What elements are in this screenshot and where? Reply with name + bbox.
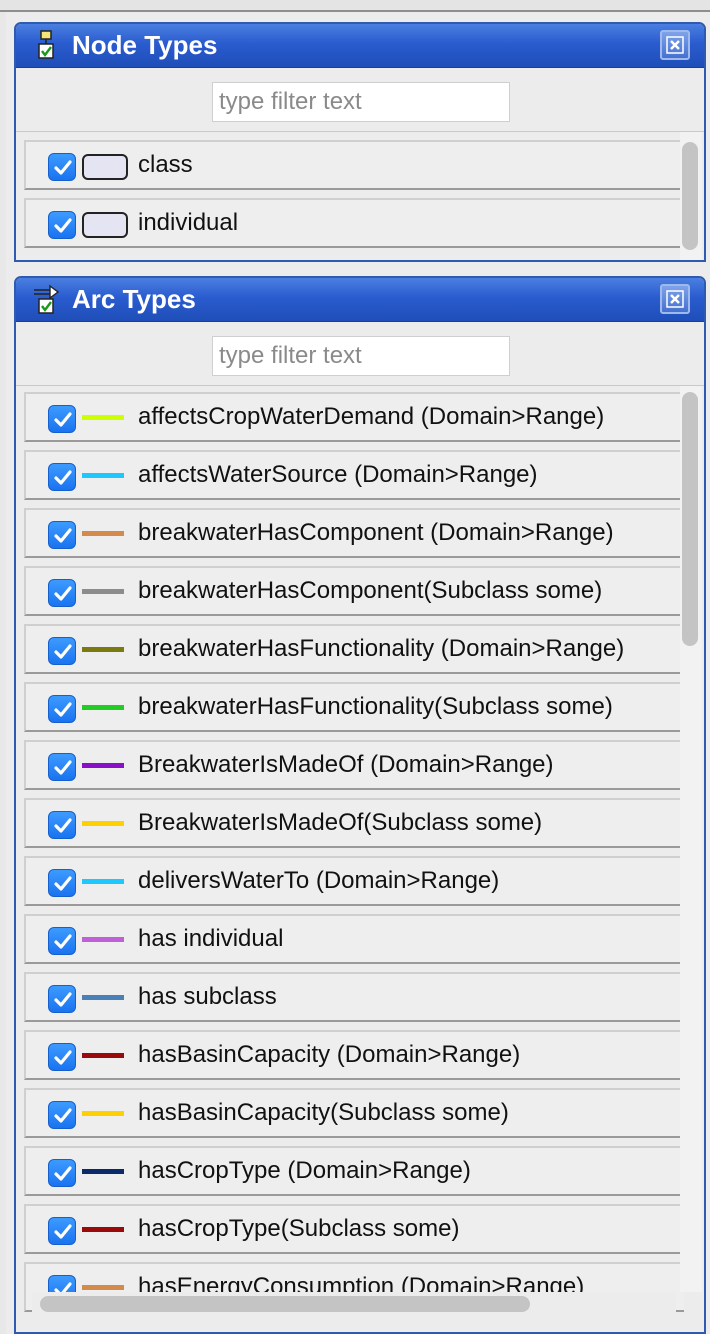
list-item-label: class: [138, 151, 193, 178]
list-item[interactable]: hasCropType (Domain>Range): [24, 1146, 684, 1196]
arc-color-swatch: [82, 531, 124, 536]
checkbox[interactable]: [48, 695, 76, 723]
node-types-header: Node Types: [16, 24, 704, 68]
list-item-label: hasBasinCapacity (Domain>Range): [138, 1041, 521, 1068]
arc-color-swatch: [82, 415, 124, 420]
arc-color-swatch: [82, 879, 124, 884]
list-item-label: breakwaterHasFunctionality (Domain>Range…: [138, 635, 625, 662]
arc-types-vscroll-thumb[interactable]: [682, 392, 698, 646]
checkbox[interactable]: [48, 985, 76, 1013]
list-item[interactable]: BreakwaterIsMadeOf(Subclass some): [24, 798, 684, 848]
checkbox[interactable]: [48, 153, 76, 181]
list-item[interactable]: BreakwaterIsMadeOf (Domain>Range): [24, 740, 684, 790]
arc-color-swatch: [82, 1111, 124, 1116]
list-item-label: has individual: [138, 925, 284, 952]
checkbox[interactable]: [48, 463, 76, 491]
arc-types-hscroll[interactable]: [32, 1292, 676, 1314]
list-item[interactable]: deliversWaterTo (Domain>Range): [24, 856, 684, 906]
checkbox[interactable]: [48, 579, 76, 607]
list-item-label: BreakwaterIsMadeOf (Domain>Range): [138, 751, 554, 778]
arc-color-swatch: [82, 589, 124, 594]
list-item[interactable]: hasBasinCapacity (Domain>Range): [24, 1030, 684, 1080]
node-types-icon: [32, 30, 60, 62]
checkbox[interactable]: [48, 1043, 76, 1071]
list-item[interactable]: has subclass: [24, 972, 684, 1022]
arc-color-swatch: [82, 937, 124, 942]
list-item[interactable]: breakwaterHasComponent (Domain>Range): [24, 508, 684, 558]
list-item[interactable]: affectsWaterSource (Domain>Range): [24, 450, 684, 500]
arc-types-icon: [32, 284, 60, 316]
list-item-label: individual: [138, 209, 239, 236]
close-icon[interactable]: [660, 284, 690, 314]
window-top-strip: [0, 0, 710, 12]
left-edge: [0, 12, 6, 1334]
checkbox[interactable]: [48, 1101, 76, 1129]
list-item-label: breakwaterHasComponent (Domain>Range): [138, 519, 614, 546]
arc-color-swatch: [82, 473, 124, 478]
checkbox[interactable]: [48, 753, 76, 781]
node-shape-icon: [82, 212, 128, 238]
node-types-panel: Node Types class individual: [14, 22, 706, 262]
checkbox[interactable]: [48, 637, 76, 665]
checkbox[interactable]: [48, 211, 76, 239]
panel-title: Node Types: [72, 30, 218, 60]
list-item[interactable]: class: [24, 140, 684, 190]
arc-color-swatch: [82, 1053, 124, 1058]
list-item-label: affectsWaterSource (Domain>Range): [138, 461, 538, 488]
list-item[interactable]: breakwaterHasComponent(Subclass some): [24, 566, 684, 616]
list-item-label: breakwaterHasComponent(Subclass some): [138, 577, 603, 604]
node-types-filter-area: [16, 68, 704, 132]
checkbox[interactable]: [48, 1159, 76, 1187]
arc-types-hscroll-thumb[interactable]: [40, 1296, 530, 1312]
arc-color-swatch: [82, 705, 124, 710]
arc-types-filter-area: [16, 322, 704, 386]
list-item-label: has subclass: [138, 983, 277, 1010]
arc-color-swatch: [82, 1227, 124, 1232]
list-item[interactable]: has individual: [24, 914, 684, 964]
checkbox[interactable]: [48, 927, 76, 955]
list-item[interactable]: breakwaterHasFunctionality(Subclass some…: [24, 682, 684, 732]
close-icon[interactable]: [660, 30, 690, 60]
list-item[interactable]: hasBasinCapacity(Subclass some): [24, 1088, 684, 1138]
list-item-label: hasCropType(Subclass some): [138, 1215, 460, 1242]
list-item-label: deliversWaterTo (Domain>Range): [138, 867, 500, 894]
arc-types-header: Arc Types: [16, 278, 704, 322]
arc-types-panel: Arc Types affectsCropWaterDemand (Domain…: [14, 276, 706, 1334]
checkbox[interactable]: [48, 869, 76, 897]
node-types-vscroll-thumb[interactable]: [682, 142, 698, 250]
arc-color-swatch: [82, 1169, 124, 1174]
list-item-label: affectsCropWaterDemand (Domain>Range): [138, 403, 605, 430]
node-shape-icon: [82, 154, 128, 180]
checkbox[interactable]: [48, 521, 76, 549]
arc-types-filter-input[interactable]: [212, 336, 510, 376]
list-item-label: hasBasinCapacity(Subclass some): [138, 1099, 509, 1126]
list-item-label: breakwaterHasFunctionality(Subclass some…: [138, 693, 613, 720]
list-item[interactable]: affectsCropWaterDemand (Domain>Range): [24, 392, 684, 442]
list-item[interactable]: hasCropType(Subclass some): [24, 1204, 684, 1254]
panel-title: Arc Types: [72, 284, 196, 314]
checkbox[interactable]: [48, 1217, 76, 1245]
arc-color-swatch: [82, 763, 124, 768]
arc-types-list: affectsCropWaterDemand (Domain>Range) aff…: [16, 386, 704, 1330]
list-item-label: BreakwaterIsMadeOf(Subclass some): [138, 809, 543, 836]
checkbox[interactable]: [48, 405, 76, 433]
checkbox[interactable]: [48, 811, 76, 839]
node-types-list: class individual: [16, 132, 704, 260]
arc-types-vscroll[interactable]: [680, 386, 702, 1292]
arc-color-swatch: [82, 1285, 124, 1290]
list-item[interactable]: breakwaterHasFunctionality (Domain>Range…: [24, 624, 684, 674]
arc-color-swatch: [82, 647, 124, 652]
list-item[interactable]: individual: [24, 198, 684, 248]
arc-color-swatch: [82, 995, 124, 1000]
list-item-label: hasCropType (Domain>Range): [138, 1157, 471, 1184]
node-types-filter-input[interactable]: [212, 82, 510, 122]
arc-color-swatch: [82, 821, 124, 826]
node-types-vscroll[interactable]: [680, 132, 702, 260]
